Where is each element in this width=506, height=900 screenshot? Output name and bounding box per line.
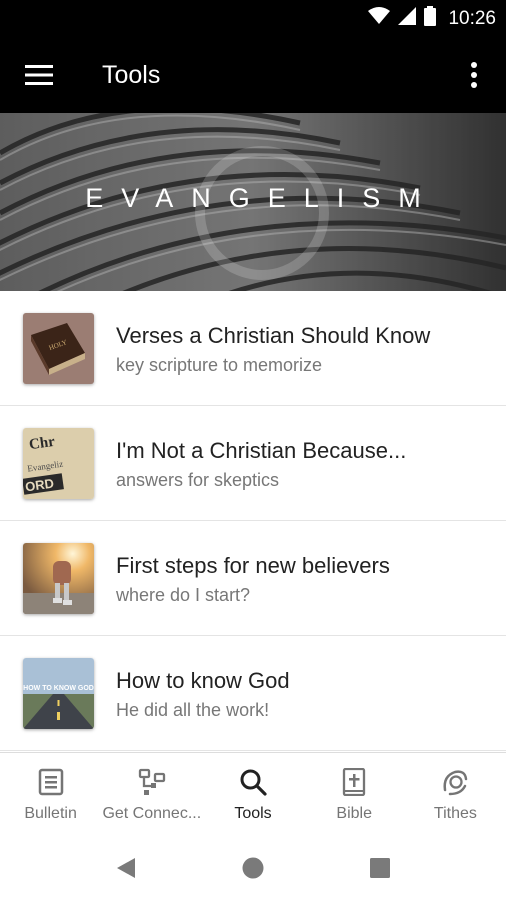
nav-label: Tithes xyxy=(433,805,477,822)
hamburger-icon xyxy=(25,65,53,85)
bible-icon xyxy=(339,767,369,797)
back-triangle-icon xyxy=(117,858,135,878)
nav-tab-tithes[interactable]: Tithes xyxy=(405,753,506,834)
nav-tab-bulletin[interactable]: Bulletin xyxy=(0,753,101,834)
search-icon xyxy=(238,767,268,797)
app-bar: Tools xyxy=(0,37,506,113)
bulletin-icon xyxy=(36,767,66,797)
signal-icon xyxy=(398,7,417,30)
home-button[interactable] xyxy=(239,854,267,882)
item-subtitle: key scripture to memorize xyxy=(116,355,323,375)
list-item[interactable]: First steps for new believers where do I… xyxy=(0,521,506,636)
system-navigation-bar xyxy=(0,834,506,900)
recents-button[interactable] xyxy=(366,854,394,882)
list-item[interactable]: Chr Evangeliz ORD I'm Not a Christian Be… xyxy=(0,406,506,521)
bottom-navigation: Bulletin Get Connec... Tools Bible Tithe… xyxy=(0,752,506,834)
bible-book-thumbnail: HOLY xyxy=(23,313,94,384)
back-button[interactable] xyxy=(112,854,140,882)
hero-title: EVANGELISM xyxy=(85,183,439,213)
nav-tab-bible[interactable]: Bible xyxy=(304,753,405,834)
battery-icon xyxy=(424,6,437,31)
road-thumbnail: HOW TO KNOW GOD xyxy=(23,658,94,729)
nav-label: Bulletin xyxy=(24,805,77,822)
more-options-button[interactable] xyxy=(456,51,492,99)
connect-icon xyxy=(137,767,167,797)
wifi-icon xyxy=(368,7,391,30)
hero-banner[interactable]: EVANGELISM xyxy=(0,113,506,291)
item-title: I'm Not a Christian Because... xyxy=(116,438,407,463)
item-title: How to know God xyxy=(116,668,290,693)
tithes-icon xyxy=(440,767,470,797)
nav-tab-get-connected[interactable]: Get Connec... xyxy=(101,753,202,834)
item-subtitle: He did all the work! xyxy=(116,700,270,720)
list-item[interactable]: HOW TO KNOW GOD How to know God He did a… xyxy=(0,636,506,751)
nav-label: Bible xyxy=(336,805,372,822)
menu-button[interactable] xyxy=(14,51,64,99)
recents-square-icon xyxy=(370,858,390,878)
tools-list: HOLY Verses a Christian Should Know key … xyxy=(0,291,506,751)
item-title: First steps for new believers xyxy=(116,553,390,578)
item-subtitle: where do I start? xyxy=(116,585,251,605)
home-circle-icon xyxy=(242,857,264,879)
item-title: Verses a Christian Should Know xyxy=(116,323,431,348)
nav-label: Tools xyxy=(234,805,272,822)
nav-tab-tools[interactable]: Tools xyxy=(202,753,303,834)
svg-text:HOW TO KNOW GOD: HOW TO KNOW GOD xyxy=(23,685,94,692)
page-title: Tools xyxy=(102,61,161,89)
nav-label: Get Connec... xyxy=(102,805,202,822)
status-time: 10:26 xyxy=(448,7,496,29)
list-item[interactable]: HOLY Verses a Christian Should Know key … xyxy=(0,291,506,406)
child-walking-thumbnail xyxy=(23,543,94,614)
status-bar: 10:26 xyxy=(0,0,506,37)
newspaper-words-thumbnail: Chr Evangeliz ORD xyxy=(23,428,94,499)
item-subtitle: answers for skeptics xyxy=(116,470,280,490)
more-vert-icon xyxy=(471,62,477,88)
